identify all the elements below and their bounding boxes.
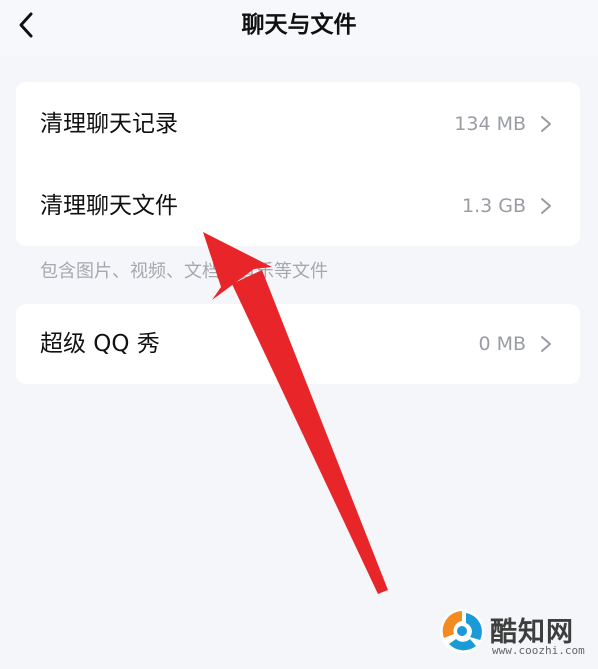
- annotation-arrow: [203, 232, 388, 594]
- watermark-url: www.coozhi.com: [492, 644, 585, 657]
- coozhi-logo-icon: [440, 609, 484, 653]
- watermark: 酷知网 www.coozhi.com: [436, 604, 586, 658]
- arrow-shaft: [232, 270, 388, 594]
